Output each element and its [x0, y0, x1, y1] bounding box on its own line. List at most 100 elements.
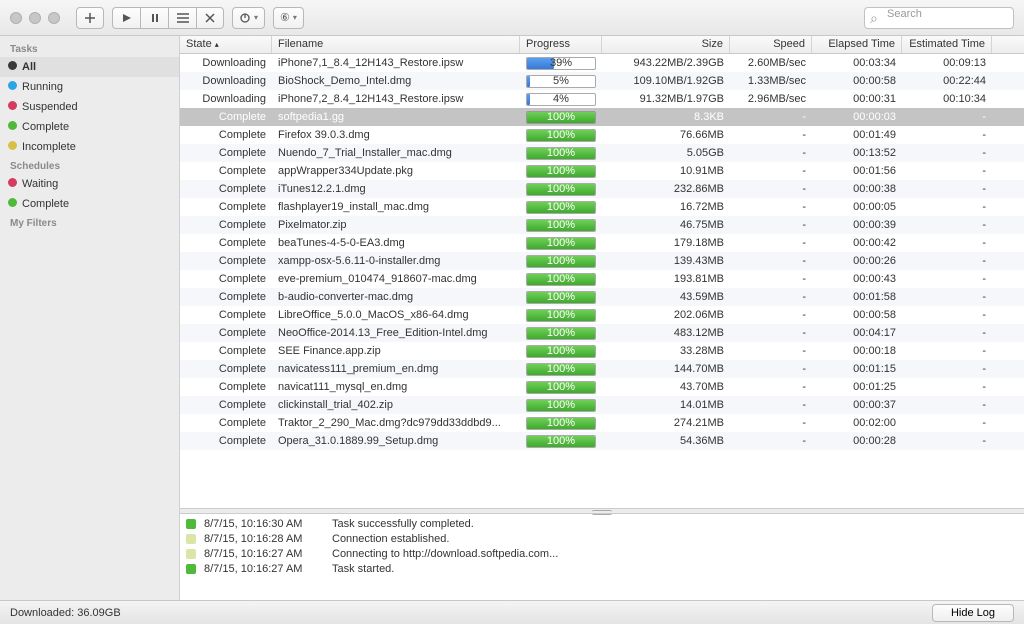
col-size[interactable]: Size	[602, 36, 730, 53]
cell-speed: -	[730, 345, 812, 357]
power-menu-button[interactable]: ▾	[232, 7, 265, 29]
progress-bar: 100%	[526, 219, 596, 232]
cell-est: -	[902, 363, 992, 375]
start-button[interactable]	[112, 7, 140, 29]
cell-progress: 100%	[520, 417, 602, 430]
table-row[interactable]: DownloadingBioShock_Demo_Intel.dmg5%109.…	[180, 72, 1024, 90]
cell-est: -	[902, 111, 992, 123]
table-row[interactable]: Completeb-audio-converter-mac.dmg100%43.…	[180, 288, 1024, 306]
cell-filename: b-audio-converter-mac.dmg	[272, 291, 520, 303]
table-row[interactable]: CompleteiTunes12.2.1.dmg100%232.86MB-00:…	[180, 180, 1024, 198]
table-row[interactable]: Completeclickinstall_trial_402.zip100%14…	[180, 396, 1024, 414]
progress-label: 100%	[547, 309, 575, 321]
table-row[interactable]: CompleteNeoOffice-2014.13_Free_Edition-I…	[180, 324, 1024, 342]
cell-progress: 100%	[520, 273, 602, 286]
cell-elapsed: 00:00:03	[812, 111, 902, 123]
log-time: 8/7/15, 10:16:27 AM	[204, 548, 324, 560]
hide-log-button[interactable]: Hide Log	[932, 604, 1014, 622]
progress-label: 100%	[547, 399, 575, 411]
col-elapsed[interactable]: Elapsed Time	[812, 36, 902, 53]
table-row[interactable]: CompleteLibreOffice_5.0.0_MacOS_x86-64.d…	[180, 306, 1024, 324]
chevron-down-icon: ▾	[293, 13, 297, 22]
add-button[interactable]	[76, 7, 104, 29]
sidebar-heading: Tasks	[0, 40, 179, 57]
cell-elapsed: 00:01:25	[812, 381, 902, 393]
cell-size: 14.01MB	[602, 399, 730, 411]
table-row[interactable]: CompleteTraktor_2_290_Mac.dmg?dc979dd33d…	[180, 414, 1024, 432]
table-row[interactable]: DownloadingiPhone7,2_8.4_12H143_Restore.…	[180, 90, 1024, 108]
table-row[interactable]: Completeflashplayer19_install_mac.dmg100…	[180, 198, 1024, 216]
log-message: Task started.	[332, 563, 394, 575]
table-row[interactable]: CompleteFirefox 39.0.3.dmg100%76.66MB-00…	[180, 126, 1024, 144]
cell-state: Complete	[180, 345, 272, 357]
table-row[interactable]: CompleteOpera_31.0.1889.99_Setup.dmg100%…	[180, 432, 1024, 450]
speed-menu-button[interactable]: ⑥▾	[273, 7, 304, 29]
sidebar-item[interactable]: Suspended	[0, 97, 179, 117]
cell-elapsed: 00:00:39	[812, 219, 902, 231]
cell-state: Complete	[180, 417, 272, 429]
cell-size: 483.12MB	[602, 327, 730, 339]
close-icon[interactable]	[10, 12, 22, 24]
queue-button[interactable]	[168, 7, 196, 29]
cell-size: 202.06MB	[602, 309, 730, 321]
cell-est: -	[902, 183, 992, 195]
cell-progress: 100%	[520, 183, 602, 196]
sidebar-item[interactable]: All	[0, 57, 179, 77]
minimize-icon[interactable]	[29, 12, 41, 24]
cell-filename: beaTunes-4-5-0-EA3.dmg	[272, 237, 520, 249]
cell-state: Complete	[180, 381, 272, 393]
table-row[interactable]: CompletebeaTunes-4-5-0-EA3.dmg100%179.18…	[180, 234, 1024, 252]
col-est[interactable]: Estimated Time	[902, 36, 992, 53]
cell-est: 00:22:44	[902, 75, 992, 87]
cell-est: -	[902, 345, 992, 357]
table-row[interactable]: CompleteappWrapper334Update.pkg100%10.91…	[180, 162, 1024, 180]
progress-bar: 100%	[526, 417, 596, 430]
table-row[interactable]: Completeeve-premium_010474_918607-mac.dm…	[180, 270, 1024, 288]
table-row[interactable]: DownloadingiPhone7,1_8.4_12H143_Restore.…	[180, 54, 1024, 72]
log-splitter[interactable]	[180, 508, 1024, 514]
progress-label: 100%	[547, 327, 575, 339]
progress-label: 100%	[547, 273, 575, 285]
zoom-icon[interactable]	[48, 12, 60, 24]
progress-bar: 39%	[526, 57, 596, 70]
cell-size: 179.18MB	[602, 237, 730, 249]
stop-button[interactable]	[196, 7, 224, 29]
cell-filename: LibreOffice_5.0.0_MacOS_x86-64.dmg	[272, 309, 520, 321]
col-progress[interactable]: Progress	[520, 36, 602, 53]
progress-label: 100%	[547, 111, 575, 123]
search-input[interactable]: Search	[864, 7, 1014, 29]
table-row[interactable]: Completenavicatess111_premium_en.dmg100%…	[180, 360, 1024, 378]
sidebar-item[interactable]: Complete	[0, 117, 179, 137]
log-panel: 8/7/15, 10:16:30 AMTask successfully com…	[180, 514, 1024, 600]
cell-filename: iPhone7,1_8.4_12H143_Restore.ipsw	[272, 57, 520, 69]
col-filename[interactable]: Filename	[272, 36, 520, 53]
cell-size: 76.66MB	[602, 129, 730, 141]
status-dot-icon	[8, 61, 17, 70]
sidebar-item[interactable]: Incomplete	[0, 137, 179, 157]
cell-progress: 100%	[520, 237, 602, 250]
sidebar-item[interactable]: Running	[0, 77, 179, 97]
cell-est: -	[902, 309, 992, 321]
cell-size: 43.70MB	[602, 381, 730, 393]
cell-state: Complete	[180, 201, 272, 213]
progress-bar: 100%	[526, 291, 596, 304]
sidebar-item[interactable]: Complete	[0, 194, 179, 214]
cell-elapsed: 00:02:00	[812, 417, 902, 429]
table-row[interactable]: Completesoftpedia1.gg100%8.3KB-00:00:03-	[180, 108, 1024, 126]
cell-filename: xampp-osx-5.6.11-0-installer.dmg	[272, 255, 520, 267]
cell-size: 943.22MB/2.39GB	[602, 57, 730, 69]
table-row[interactable]: CompleteSEE Finance.app.zip100%33.28MB-0…	[180, 342, 1024, 360]
pause-button[interactable]	[140, 7, 168, 29]
status-bar: Downloaded: 36.09GB Hide Log	[0, 600, 1024, 624]
sidebar-item[interactable]: Waiting	[0, 174, 179, 194]
col-state[interactable]: State ▴	[180, 36, 272, 53]
cell-speed: -	[730, 255, 812, 267]
table-row[interactable]: Completexampp-osx-5.6.11-0-installer.dmg…	[180, 252, 1024, 270]
col-speed[interactable]: Speed	[730, 36, 812, 53]
table-row[interactable]: CompleteNuendo_7_Trial_Installer_mac.dmg…	[180, 144, 1024, 162]
cell-est: -	[902, 399, 992, 411]
table-row[interactable]: Completenavicat111_mysql_en.dmg100%43.70…	[180, 378, 1024, 396]
cell-filename: Opera_31.0.1889.99_Setup.dmg	[272, 435, 520, 447]
progress-bar: 100%	[526, 147, 596, 160]
table-row[interactable]: CompletePixelmator.zip100%46.75MB-00:00:…	[180, 216, 1024, 234]
